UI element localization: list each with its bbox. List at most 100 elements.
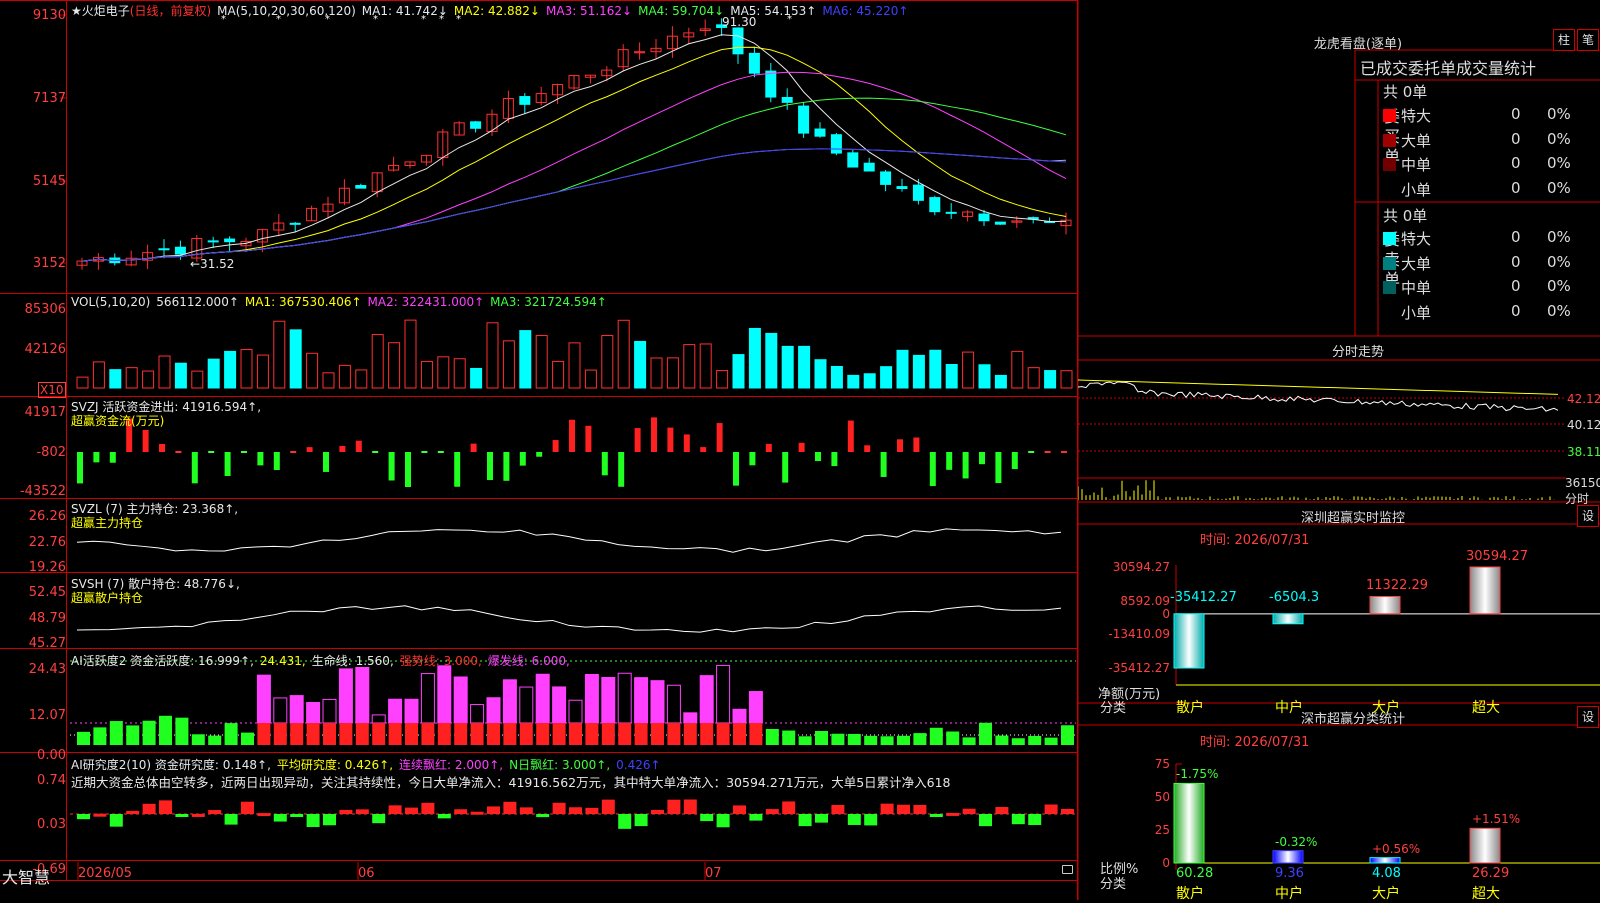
volume-bar (830, 365, 843, 389)
price-axis-label: 9130 (32, 8, 66, 23)
research-bar (339, 809, 353, 814)
research-bar (618, 814, 632, 829)
activity-bar (897, 735, 910, 745)
tick-view-button[interactable]: 笔 (1577, 29, 1599, 51)
activity-bar (241, 732, 254, 745)
candle-body (978, 213, 990, 222)
lhb-tab[interactable]: 已成交委托单成交量统计 (1360, 55, 1536, 79)
research-bar (651, 809, 664, 814)
research-bar (290, 814, 304, 817)
volume-bar (666, 357, 679, 389)
activity-bar (765, 728, 779, 745)
order-row: 大单 0 0% (1383, 253, 1571, 274)
flow-bar (798, 442, 805, 452)
date-label: 06 (358, 866, 375, 881)
intraday-vol-label: 36150 (1565, 476, 1600, 490)
flow-bar (519, 452, 526, 466)
sc-axis-label: 75 (1154, 757, 1170, 771)
vol-unit: X10 (38, 382, 66, 398)
activity-bar (453, 676, 468, 724)
volume-bars (76, 319, 1073, 389)
avg-price-line (1078, 379, 1559, 395)
candle-body (863, 162, 875, 172)
indicator-value: 566112.000↑ (156, 295, 239, 309)
intraday-axis-label: 42.12 (1567, 392, 1600, 406)
candle-body (994, 221, 1006, 225)
volume-bar (716, 370, 729, 389)
activity-bar (208, 735, 222, 745)
candle-body (207, 240, 219, 243)
research-bar (1061, 808, 1074, 814)
volume-bar (453, 358, 466, 389)
order-percent: 0% (1547, 178, 1571, 197)
candle-body (830, 134, 842, 154)
indicator-value: 生命线: 1.560, (311, 654, 394, 668)
star-icon[interactable]: ★ (71, 4, 82, 18)
candle-body (847, 152, 859, 168)
chart-mode[interactable]: (日线，前复权) (130, 4, 211, 18)
volume-bar (125, 367, 138, 389)
sc-axis-label: 0 (1162, 856, 1170, 870)
research-bar (667, 799, 681, 814)
order-percent: 0% (1547, 252, 1571, 271)
research-bar (503, 801, 517, 814)
indicator-value: MA3: 51.162↓ (546, 4, 633, 18)
activity-base (585, 723, 599, 745)
activity-bars (77, 664, 1074, 745)
research-bar (355, 809, 369, 814)
settings-button[interactable]: 设 (1577, 505, 1599, 527)
research-bar (306, 814, 320, 828)
flow-bar (749, 452, 756, 466)
fund-analysis-text: 近期大资金总体由空转多，近两日出现异动，关注其持续性，今日大单净流入：41916… (71, 775, 951, 790)
research-axis-label: 0.03 (37, 817, 66, 832)
volume-bar (109, 369, 122, 389)
volume-bar (76, 376, 89, 389)
brand-logo[interactable]: 大智慧 (2, 864, 50, 888)
activity-bar (634, 677, 649, 724)
color-swatch (1383, 109, 1396, 122)
intraday-title: 分时走势 (1331, 345, 1384, 360)
candlestick-series (76, 18, 1072, 270)
order-size-label: 小单 (1401, 303, 1432, 322)
activity-base (487, 723, 500, 745)
activity-bar (142, 720, 156, 745)
activity-base (339, 723, 353, 745)
column-view-button[interactable]: 柱 (1553, 29, 1575, 51)
sz-ylabel2: 分类 (1100, 701, 1127, 716)
sc-value-label: 4.08 (1372, 866, 1401, 881)
main-hold-line (76, 528, 1062, 553)
flow-bar (257, 452, 264, 466)
research-bar (782, 801, 796, 814)
candle-body (748, 52, 760, 74)
volume-bar (929, 349, 942, 389)
order-size-label: 大单 (1401, 254, 1432, 273)
research-bar (601, 799, 615, 814)
order-size-label: 中单 (1401, 279, 1432, 297)
research-bar (454, 809, 468, 814)
sz-bar-label: 11322.29 (1366, 578, 1429, 594)
research-bar (634, 814, 648, 827)
volume-bar (863, 373, 876, 389)
order-count: 0 (1511, 105, 1521, 123)
stock-name[interactable]: 火炬电子 (82, 4, 130, 18)
volume-bar (601, 334, 614, 389)
research-bar (798, 814, 812, 827)
research-bar (569, 807, 582, 814)
activity-base (306, 723, 320, 745)
research-bar (913, 804, 927, 814)
settings-button[interactable]: 设 (1577, 706, 1599, 728)
activity-axis-label: 24.43 (28, 662, 66, 677)
activity-bar (289, 695, 304, 724)
order-count: 0 (1511, 178, 1521, 197)
price-axis-label: 7137 (32, 91, 66, 106)
research-bar (536, 814, 550, 818)
sz-monitor-time: 时间: 2026/07/31 (1200, 533, 1310, 548)
order-row: 特大 0 0% (1383, 105, 1571, 126)
flow-bar (864, 445, 871, 452)
research-bar (77, 814, 90, 820)
candle-body (912, 184, 924, 201)
activity-bar (568, 699, 583, 724)
lock-icon[interactable] (1062, 865, 1073, 874)
activity-base (273, 723, 287, 745)
activity-bar (880, 736, 894, 745)
